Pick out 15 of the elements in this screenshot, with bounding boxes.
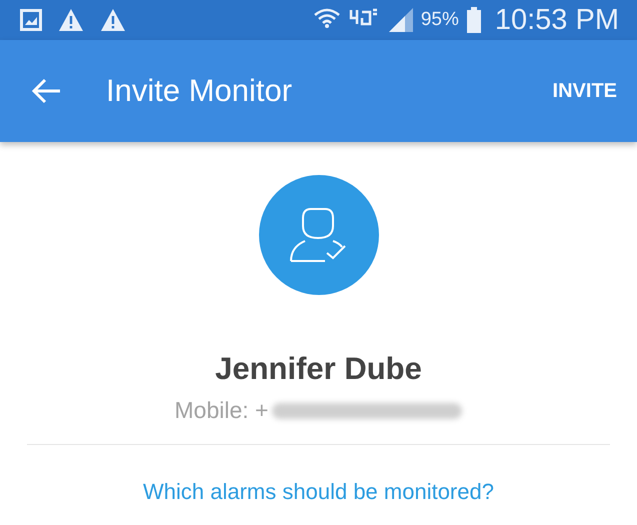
alarms-link[interactable]: Which alarms should be monitored? — [143, 479, 494, 505]
contact-name: Jennifer Dube — [215, 351, 422, 387]
warning-icon — [58, 8, 84, 32]
battery-level: 95% — [420, 9, 459, 31]
phone-label: Mobile: + — [174, 397, 268, 424]
back-button[interactable] — [32, 78, 62, 104]
screen-title: Invite Monitor — [106, 73, 294, 109]
back-arrow-icon — [32, 78, 62, 104]
invite-button[interactable]: INVITE — [546, 74, 623, 108]
battery-icon — [466, 7, 481, 33]
image-icon — [20, 9, 42, 31]
signal-icon — [386, 8, 413, 32]
warning-icon — [100, 8, 126, 32]
person-check-icon — [288, 207, 348, 263]
clock: 10:53 PM — [494, 4, 619, 36]
